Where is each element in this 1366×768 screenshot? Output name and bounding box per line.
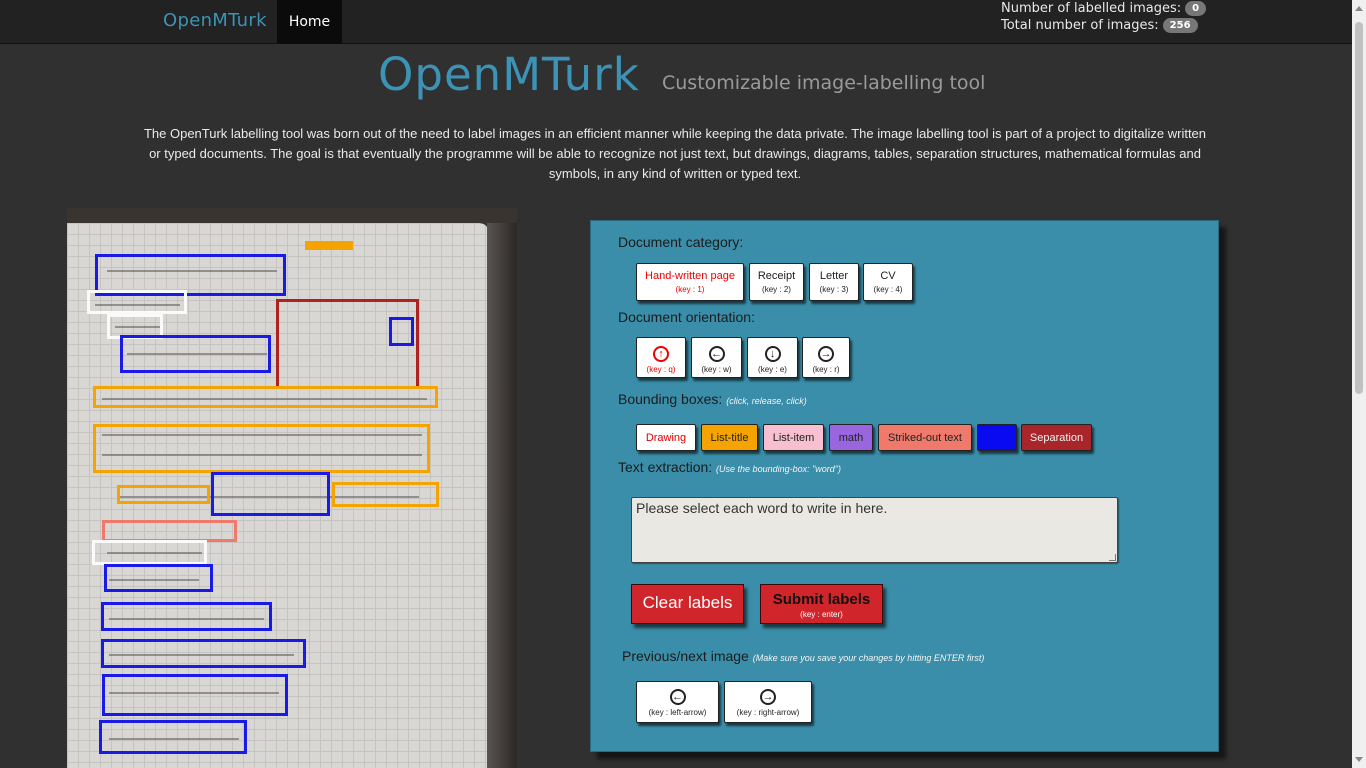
orange-tag-mark bbox=[305, 241, 353, 250]
bbox-drawing-button[interactable]: Drawing bbox=[636, 424, 696, 451]
bbox-separation-button[interactable]: Separation bbox=[1021, 424, 1092, 451]
nav-home-link[interactable]: Home bbox=[277, 0, 342, 44]
prevnext-hint: (Make sure you save your changes by hitt… bbox=[752, 653, 985, 663]
category-letter-button[interactable]: Letter (key : 3) bbox=[809, 263, 859, 301]
bbox-list-title-button[interactable]: List-title bbox=[701, 424, 758, 451]
bbox-text[interactable] bbox=[211, 472, 330, 516]
submit-key-text: (key : enter) bbox=[800, 610, 843, 619]
bbox-list-item[interactable] bbox=[87, 290, 187, 314]
bbox-list-item[interactable] bbox=[92, 540, 207, 565]
bbox-text-button[interactable]: Text bbox=[977, 424, 1017, 451]
extraction-label-text: Text extraction: bbox=[618, 459, 713, 475]
document-image-canvas[interactable] bbox=[67, 208, 517, 768]
text-extraction-textarea[interactable]: Please select each word to write in here… bbox=[631, 497, 1118, 563]
arrow-left-circle-icon: ← bbox=[669, 689, 686, 705]
bbox-text[interactable] bbox=[101, 639, 306, 668]
bbox-text[interactable] bbox=[120, 335, 271, 373]
labelled-count-badge: 0 bbox=[1185, 1, 1207, 16]
resize-grip-icon[interactable] bbox=[1109, 554, 1116, 561]
arrow-up-circle-icon: ↑ bbox=[653, 346, 669, 362]
category-handwritten-button[interactable]: Hand-written page (key : 1) bbox=[636, 263, 744, 301]
bbox-list-title[interactable] bbox=[117, 485, 210, 504]
page-subtitle: Customizable image-labelling tool bbox=[662, 72, 986, 94]
orient-left-button[interactable]: ← (key : w) bbox=[691, 337, 742, 378]
bbox-text[interactable] bbox=[101, 602, 272, 631]
extraction-label: Text extraction: (Use the bounding-box: … bbox=[618, 459, 841, 475]
orient-down-button[interactable]: ↓ (key : e) bbox=[747, 337, 798, 378]
category-label: Document category: bbox=[618, 234, 744, 250]
orient-right-button[interactable]: → (key : r) bbox=[802, 337, 850, 378]
category-cv-button[interactable]: CV (key : 4) bbox=[863, 263, 913, 301]
navbar: OpenMTurk Home Number of labelled images… bbox=[0, 0, 1352, 44]
arrow-right-circle-icon: → bbox=[760, 689, 776, 705]
bbox-text[interactable] bbox=[389, 317, 414, 346]
intro-paragraph: The OpenTurk labelling tool was born out… bbox=[143, 126, 1207, 181]
submit-label-text: Submit labels bbox=[772, 591, 871, 608]
bbox-striked-out[interactable] bbox=[102, 520, 237, 542]
total-count-badge: 256 bbox=[1162, 18, 1198, 33]
page-scrollbar[interactable] bbox=[1352, 0, 1366, 768]
bbox-list-title[interactable] bbox=[93, 386, 438, 408]
bbox-text[interactable] bbox=[99, 720, 247, 754]
arrow-down-circle-icon: ↓ bbox=[764, 346, 781, 362]
bbox-list-title[interactable] bbox=[93, 424, 430, 473]
bbox-label-text: Bounding boxes: bbox=[618, 391, 723, 407]
bbox-math-button[interactable]: math bbox=[829, 424, 873, 451]
clear-labels-button[interactable]: Clear labels bbox=[631, 584, 744, 624]
notebook-edge bbox=[487, 223, 517, 768]
bbox-text[interactable] bbox=[102, 674, 288, 716]
bbox-label: Bounding boxes: (click, release, click) bbox=[618, 391, 807, 407]
labelling-panel: Document category: Hand-written page (ke… bbox=[590, 220, 1219, 752]
scroll-down-arrow-icon[interactable] bbox=[1355, 757, 1363, 762]
prevnext-label-text: Previous/next image bbox=[622, 648, 749, 664]
bbox-list-title[interactable] bbox=[332, 482, 439, 507]
previous-image-button[interactable]: ← (key : left-arrow) bbox=[636, 681, 719, 723]
bbox-striked-out-button[interactable]: Striked-out text bbox=[878, 424, 972, 451]
next-image-button[interactable]: → (key : right-arrow) bbox=[724, 681, 812, 723]
orient-up-button[interactable]: ↑ (key : q) bbox=[636, 337, 686, 378]
prevnext-label: Previous/next image (Make sure you save … bbox=[622, 648, 984, 664]
category-receipt-button[interactable]: Receipt (key : 2) bbox=[749, 263, 804, 301]
labelled-count-label: Number of labelled images: bbox=[1001, 1, 1182, 16]
image-counts: Number of labelled images: 0 Total numbe… bbox=[1001, 0, 1207, 34]
brand-link[interactable]: OpenMTurk bbox=[163, 10, 267, 31]
orientation-label: Document orientation: bbox=[618, 309, 755, 325]
bbox-hint: (click, release, click) bbox=[726, 396, 807, 406]
arrow-left-circle-icon: ← bbox=[708, 346, 725, 362]
page-title: OpenMTurk bbox=[378, 48, 640, 101]
scroll-up-arrow-icon[interactable] bbox=[1355, 6, 1363, 11]
bbox-list-item-button[interactable]: List-item bbox=[763, 424, 824, 451]
submit-labels-button[interactable]: Submit labels (key : enter) bbox=[760, 584, 883, 624]
scroll-thumb[interactable] bbox=[1355, 22, 1363, 394]
total-count-label: Total number of images: bbox=[1001, 18, 1159, 33]
arrow-right-circle-icon: → bbox=[818, 346, 834, 362]
bbox-text[interactable] bbox=[104, 564, 213, 592]
extraction-hint: (Use the bounding-box: "word") bbox=[716, 464, 842, 474]
